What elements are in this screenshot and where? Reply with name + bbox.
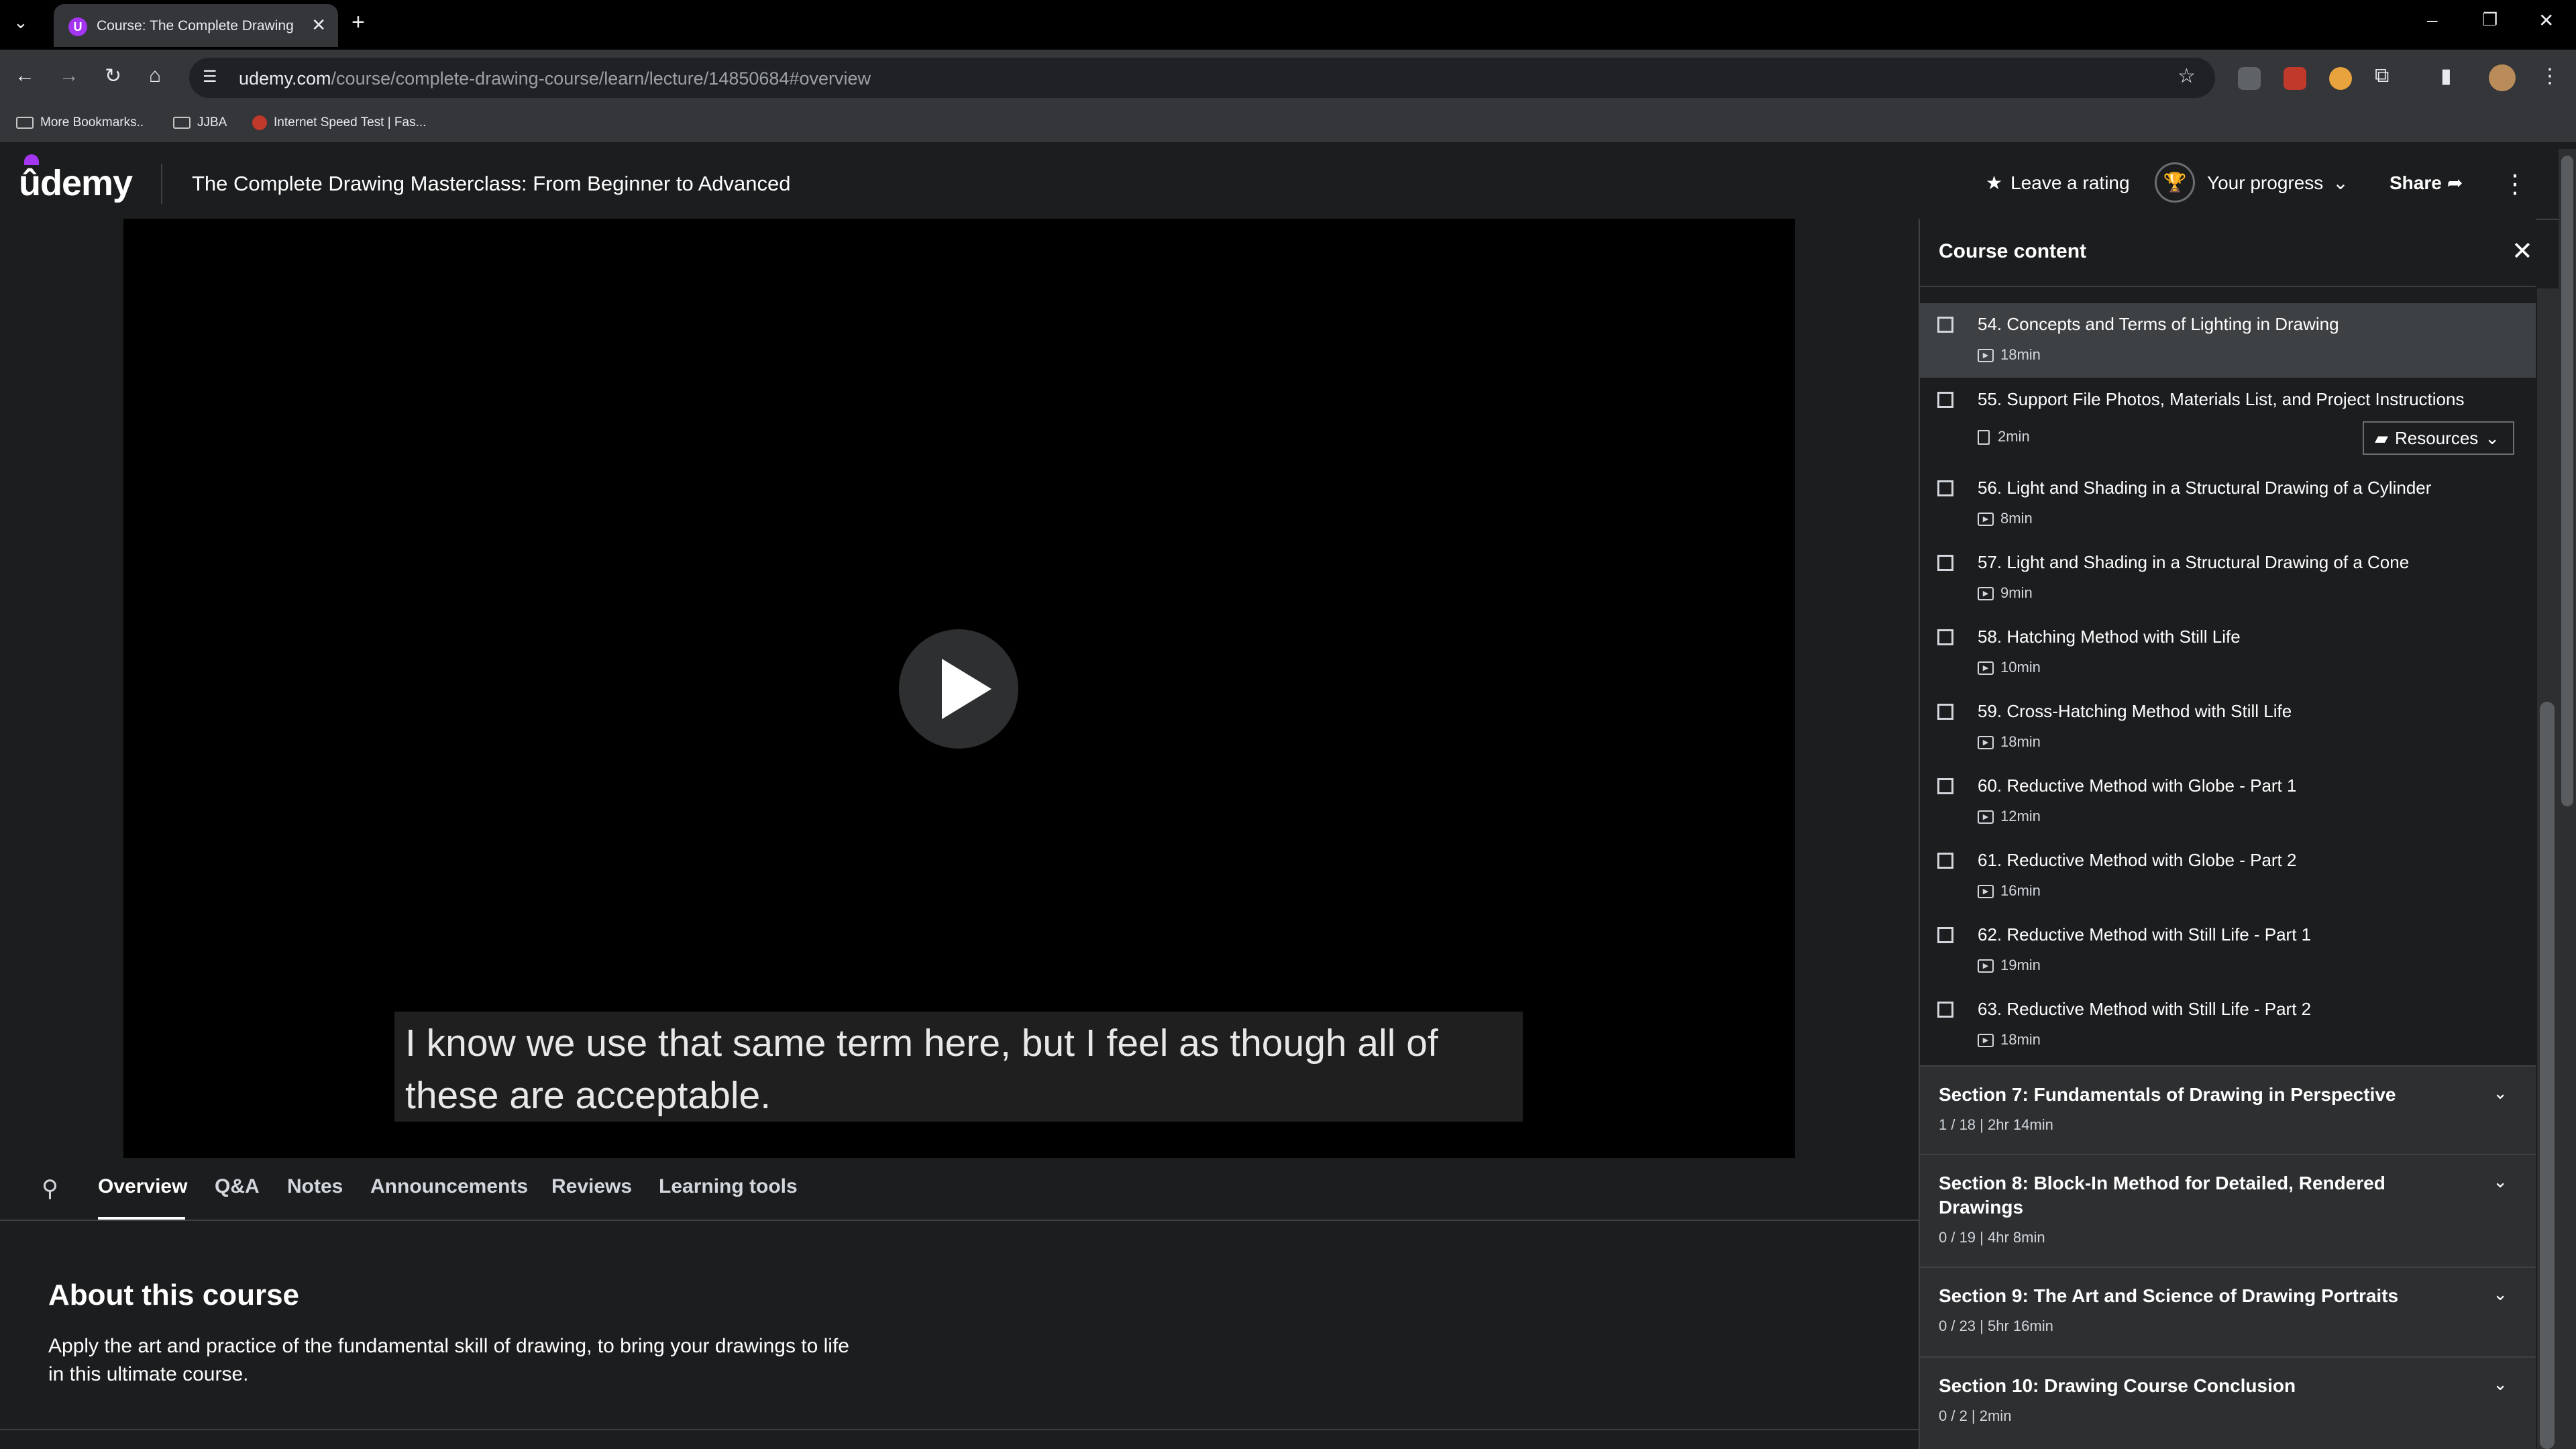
new-tab-icon[interactable]: + — [352, 9, 365, 36]
play-button[interactable] — [899, 629, 1018, 749]
video-icon: ▶ — [1978, 513, 1994, 527]
extensions-puzzle-icon[interactable]: ⧉ — [2375, 64, 2389, 87]
folder-icon — [16, 116, 34, 129]
tab-reviews[interactable]: Reviews — [551, 1175, 632, 1198]
chevron-down-icon: ⌄ — [2332, 172, 2349, 193]
tab-learning-tools[interactable]: Learning tools — [659, 1175, 798, 1198]
video-icon: ▶ — [1978, 736, 1994, 750]
leave-rating-button[interactable]: ★ Leave a rating — [1986, 172, 2130, 194]
bookmark-more[interactable]: More Bookmarks.. — [16, 115, 144, 130]
chevron-down-icon: ⌄ — [2493, 1083, 2508, 1103]
share-button[interactable]: Share ➦ — [2390, 172, 2463, 194]
video-icon: ▶ — [1978, 810, 1994, 824]
restore-window-icon[interactable]: ❐ — [2482, 9, 2498, 30]
back-icon[interactable]: ← — [15, 64, 35, 87]
video-icon: ▶ — [1978, 885, 1994, 899]
lecture-item[interactable]: 54. Concepts and Terms of Lighting in Dr… — [1920, 303, 2536, 378]
lecture-item[interactable]: 62. Reductive Method with Still Life - P… — [1920, 914, 2536, 988]
home-icon[interactable]: ⌂ — [149, 64, 161, 87]
lecture-checkbox[interactable] — [1937, 480, 1953, 496]
bookmark-jjba[interactable]: JJBA — [173, 115, 227, 130]
sidebar-scroll-thumb[interactable] — [2540, 702, 2555, 1449]
tab-search-chevron-icon[interactable]: ⌄ — [13, 12, 28, 33]
active-tab-underline — [98, 1217, 185, 1220]
extension-glasses-icon[interactable] — [2238, 67, 2261, 90]
video-icon: ▶ — [1978, 959, 1994, 973]
play-icon — [942, 659, 991, 719]
lecture-checkbox[interactable] — [1937, 629, 1953, 645]
speedtest-icon — [252, 115, 267, 130]
star-icon: ★ — [1986, 172, 2003, 193]
page-scroll-thumb[interactable] — [2561, 156, 2573, 806]
resources-dropdown[interactable]: ▰ Resources ⌄ — [2363, 421, 2514, 455]
close-tab-icon[interactable]: ✕ — [311, 15, 326, 36]
chevron-down-icon: ⌄ — [2485, 428, 2500, 448]
video-icon: ▶ — [1978, 661, 1994, 676]
close-window-icon[interactable]: ✕ — [2538, 9, 2554, 32]
share-arrow-icon: ➦ — [2447, 172, 2463, 193]
sidebar-title: Course content — [1939, 240, 2087, 262]
about-heading: About this course — [48, 1279, 300, 1311]
lecture-checkbox[interactable] — [1937, 853, 1953, 869]
folder-icon — [173, 116, 191, 129]
chevron-down-icon: ⌄ — [2493, 1374, 2508, 1394]
minimize-window-icon[interactable]: – — [2427, 9, 2438, 31]
file-icon — [1978, 430, 1990, 445]
search-icon[interactable]: ⚲ — [42, 1175, 58, 1202]
bookmark-speed-test[interactable]: Internet Speed Test | Fas... — [252, 115, 426, 130]
lecture-item[interactable]: 58. Hatching Method with Still Life ▶ 10m… — [1920, 616, 2536, 690]
section-9-header[interactable]: Section 9: The Art and Science of Drawin… — [1920, 1267, 2536, 1356]
about-text: Apply the art and practice of the fundam… — [48, 1335, 849, 1385]
site-settings-icon[interactable]: ☰ — [203, 67, 217, 87]
section-divider — [0, 1429, 1919, 1430]
browser-tab[interactable]: U Course: The Complete Drawing Maste ✕ — [54, 4, 338, 47]
course-title[interactable]: The Complete Drawing Masterclass: From B… — [192, 172, 791, 196]
udemy-favicon-icon: U — [68, 17, 87, 36]
lecture-item[interactable]: 60. Reductive Method with Globe - Part 1… — [1920, 765, 2536, 839]
tab-qa[interactable]: Q&A — [215, 1175, 260, 1198]
lecture-checkbox[interactable] — [1937, 927, 1953, 943]
lecture-checkbox[interactable] — [1937, 704, 1953, 720]
more-options-icon[interactable]: ⋮ — [2502, 169, 2528, 199]
section-7-header[interactable]: Section 7: Fundamentals of Drawing in Pe… — [1920, 1065, 2536, 1154]
close-sidebar-icon[interactable]: ✕ — [2512, 236, 2533, 266]
tab-announcements[interactable]: Announcements — [370, 1175, 528, 1198]
lecture-item[interactable]: 61. Reductive Method with Globe - Part 2… — [1920, 839, 2536, 914]
profile-avatar[interactable] — [2489, 64, 2516, 91]
video-icon: ▶ — [1978, 587, 1994, 601]
lecture-checkbox[interactable] — [1937, 1002, 1953, 1018]
chevron-down-icon: ⌄ — [2493, 1171, 2508, 1191]
trophy-icon: 🏆 — [2155, 162, 2195, 203]
udemy-logo[interactable]: ûdemy — [19, 154, 133, 204]
video-icon: ▶ — [1978, 349, 1994, 363]
browser-tab-strip — [0, 0, 2576, 50]
bookmark-star-icon[interactable]: ☆ — [2178, 64, 2196, 88]
forward-icon[interactable]: → — [59, 64, 79, 87]
video-icon: ▶ — [1978, 1034, 1994, 1048]
lecture-item[interactable]: 57. Light and Shading in a Structural Dr… — [1920, 541, 2536, 616]
tab-notes[interactable]: Notes — [287, 1175, 343, 1198]
chevron-down-icon: ⌄ — [2493, 1284, 2508, 1304]
your-progress-button[interactable]: Your progress ⌄ — [2207, 172, 2349, 194]
tab-overview[interactable]: Overview — [98, 1175, 187, 1198]
extension-rocket-icon[interactable] — [2284, 67, 2306, 90]
header-divider — [161, 164, 162, 204]
lecture-checkbox[interactable] — [1937, 555, 1953, 571]
lecture-item[interactable]: 56. Light and Shading in a Structural Dr… — [1920, 467, 2536, 541]
section-10-header[interactable]: Section 10: Drawing Course Conclusion 0 … — [1920, 1356, 2536, 1449]
folder-open-icon: ▰ — [2375, 428, 2388, 448]
url-text[interactable]: udemy.com/course/complete-drawing-course… — [239, 68, 871, 89]
lecture-checkbox[interactable] — [1937, 392, 1953, 408]
reload-icon[interactable]: ↻ — [105, 64, 121, 88]
lecture-item[interactable]: 59. Cross-Hatching Method with Still Lif… — [1920, 690, 2536, 765]
tab-title: Course: The Complete Drawing Maste — [97, 18, 298, 34]
lecture-checkbox[interactable] — [1937, 317, 1953, 333]
extension-fox-icon[interactable] — [2329, 67, 2352, 90]
browser-menu-icon[interactable]: ⋮ — [2540, 64, 2560, 88]
section-8-header[interactable]: Section 8: Block-In Method for Detailed,… — [1920, 1154, 2536, 1267]
lecture-item[interactable]: 63. Reductive Method with Still Life - P… — [1920, 988, 2536, 1063]
video-caption: I know we use that same term here, but I… — [394, 1012, 1523, 1122]
side-panel-icon[interactable]: ▮ — [2440, 64, 2452, 88]
lecture-checkbox[interactable] — [1937, 778, 1953, 794]
